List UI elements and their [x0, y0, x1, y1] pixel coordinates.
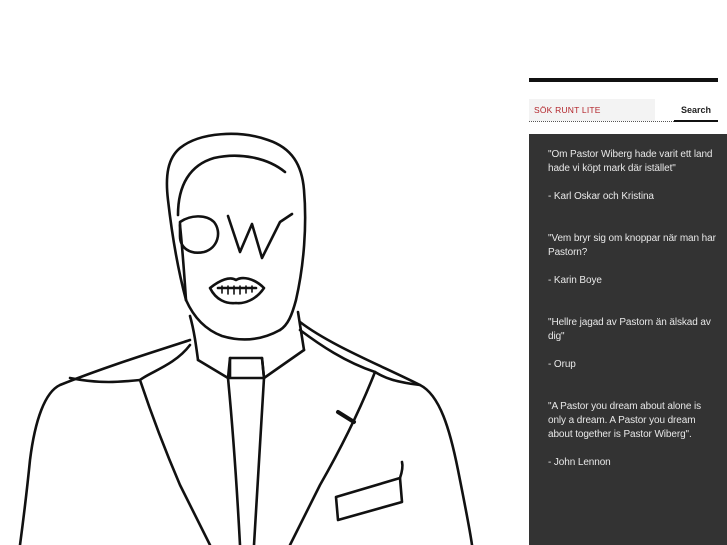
search-form: Search: [529, 99, 718, 123]
search-input[interactable]: [529, 99, 655, 121]
quote-item: "Vem bryr sig om knoppar när man har Pas…: [548, 232, 717, 288]
quotes-panel: "Om Pastor Wiberg hade varit ett land ha…: [529, 134, 727, 545]
quote-item: "Om Pastor Wiberg hade varit ett land ha…: [548, 148, 717, 204]
quote-text: "Vem bryr sig om knoppar när man har Pas…: [548, 233, 716, 258]
search-button[interactable]: Search: [674, 99, 718, 122]
quote-author: - Orup: [548, 359, 576, 370]
quote-text: "A Pastor you dream about alone is only …: [548, 401, 702, 440]
quote-item: "A Pastor you dream about alone is only …: [548, 400, 717, 470]
pastor-illustration: [0, 0, 515, 545]
quote-item: "Hellre jagad av Pastorn än älskad av di…: [548, 316, 717, 372]
quote-text: "Om Pastor Wiberg hade varit ett land ha…: [548, 149, 713, 174]
sidebar: Search "Om Pastor Wiberg hade varit ett …: [529, 0, 727, 545]
quote-author: - John Lennon: [548, 457, 611, 468]
sidebar-top-rule: [529, 78, 718, 82]
quote-author: - Karl Oskar och Kristina: [548, 191, 654, 202]
quote-author: - Karin Boye: [548, 275, 602, 286]
quote-text: "Hellre jagad av Pastorn än älskad av di…: [548, 317, 711, 342]
pastor-portrait-image: [18, 132, 474, 545]
search-underline: [529, 121, 674, 122]
